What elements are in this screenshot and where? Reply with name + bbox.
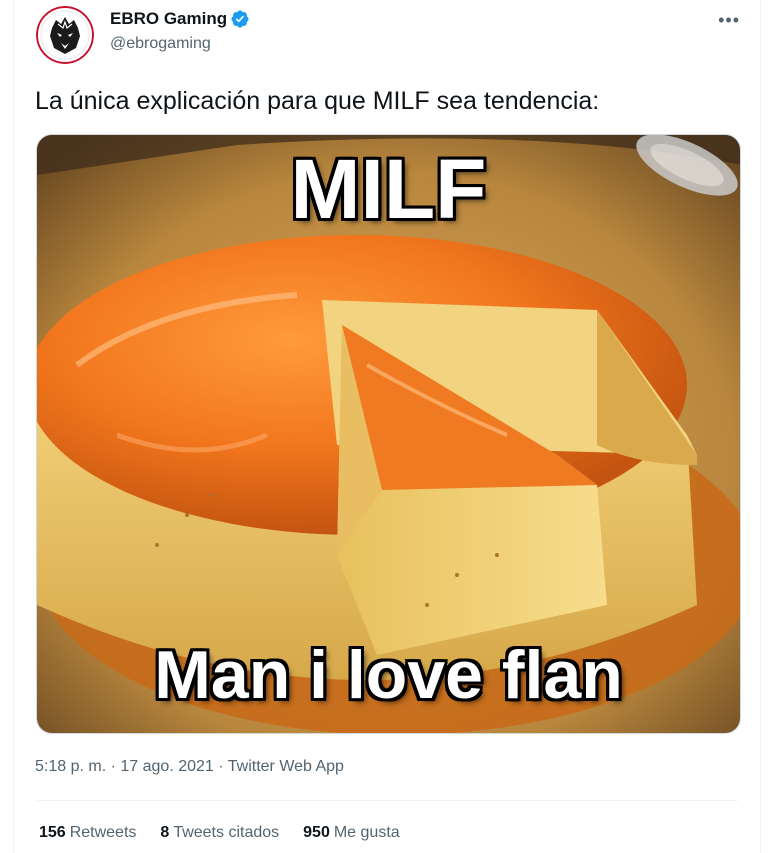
- likes-label: Me gusta: [333, 824, 400, 841]
- likes-count: 950: [303, 824, 330, 841]
- meme-top-caption: MILF: [290, 142, 487, 236]
- lion-logo-icon: [36, 6, 94, 64]
- retweets-stat[interactable]: 156 Retweets: [39, 822, 136, 844]
- retweets-label: Retweets: [69, 824, 137, 841]
- tweet-card: EBRO Gaming @ebrogaming ••• La única exp…: [13, 0, 761, 853]
- author-block: EBRO Gaming @ebrogaming: [110, 8, 250, 55]
- tweet-date[interactable]: 17 ago. 2021: [120, 758, 213, 775]
- meta-separator: ·: [218, 758, 224, 775]
- divider: [36, 800, 738, 801]
- display-name[interactable]: EBRO Gaming: [110, 8, 250, 30]
- quote-tweets-stat[interactable]: 8 Tweets citados: [160, 822, 279, 844]
- retweets-count: 156: [39, 824, 66, 841]
- tweet-image[interactable]: MILF Man i love flan: [36, 134, 741, 734]
- tweet-meta: 5:18 p. m. · 17 ago. 2021 · Twitter Web …: [35, 756, 344, 778]
- quotes-count: 8: [160, 824, 170, 841]
- likes-stat[interactable]: 950 Me gusta: [303, 822, 400, 844]
- tweet-stats: 156 Retweets 8 Tweets citados 950 Me gusta: [39, 822, 400, 844]
- tweet-text: La única explicación para que MILF sea t…: [35, 87, 600, 115]
- meta-separator: ·: [110, 758, 116, 775]
- avatar[interactable]: [36, 6, 94, 64]
- tweet-time[interactable]: 5:18 p. m.: [35, 758, 106, 775]
- meme-bottom-caption: Man i love flan: [154, 637, 623, 713]
- tweet-source[interactable]: Twitter Web App: [228, 758, 344, 775]
- author-handle[interactable]: @ebrogaming: [110, 33, 250, 55]
- quotes-label: Tweets citados: [173, 824, 280, 841]
- verified-badge-icon: [231, 10, 249, 28]
- more-options-icon[interactable]: •••: [718, 10, 740, 31]
- display-name-text[interactable]: EBRO Gaming: [110, 8, 227, 30]
